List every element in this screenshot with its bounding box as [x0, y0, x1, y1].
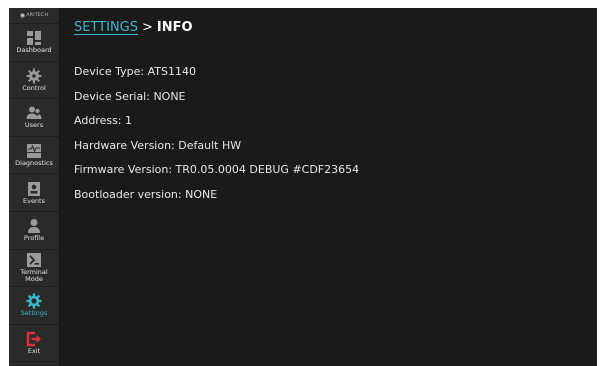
gear-icon [26, 68, 42, 84]
sidebar-item-exit[interactable]: Exit [9, 325, 59, 363]
sidebar-item-control[interactable]: Control [9, 62, 59, 100]
sidebar-item-profile[interactable]: Profile [9, 212, 59, 250]
sidebar-item-label: Diagnostics [15, 159, 53, 168]
sidebar-item-label: Exit [27, 347, 41, 356]
sidebar-item-users[interactable]: Users [9, 99, 59, 137]
device-serial-text: Device Serial: NONE [74, 89, 186, 103]
breadcrumb-current: INFO [156, 20, 193, 35]
logo-mark-icon: ◉ [19, 12, 26, 19]
sidebar-item-terminal-mode[interactable]: Terminal Mode [9, 250, 59, 288]
sidebar-item-label: Profile [23, 234, 45, 243]
sidebar-item-label: Events [22, 196, 45, 205]
terminal-icon [27, 253, 41, 268]
dashboard-icon [27, 31, 41, 46]
brand-logo: ◉ ARITECH [9, 8, 59, 24]
sidebar-item-label: Control [22, 83, 46, 92]
settings-gear-icon [26, 293, 42, 309]
sidebar-item-label: Users [24, 121, 44, 130]
profile-icon [28, 219, 40, 234]
users-icon [26, 106, 42, 120]
sidebar-item-label: Mode [25, 275, 43, 284]
events-icon [28, 181, 40, 196]
sidebar: ◉ ARITECH Dashboard Control Users Diagno… [9, 8, 59, 366]
firmware-version-text: Firmware Version: TR0.05.0004 DEBUG #CDF… [74, 163, 360, 176]
exit-icon [26, 331, 41, 347]
diagnostics-icon [27, 144, 41, 159]
logo-text: ARITECH [26, 13, 49, 18]
breadcrumb-settings-link[interactable]: SETTINGS [74, 20, 138, 35]
sidebar-item-label: Dashboard [16, 46, 52, 55]
bootloader-version-text: Bootloader version: NONE [74, 187, 218, 201]
breadcrumb-separator: > [142, 20, 153, 35]
address-text: Address: 1 [74, 114, 133, 127]
app-screen: ◉ ARITECH Dashboard Control Users Diagno… [9, 8, 597, 366]
main-content: SETTINGS > INFO Device Type: ATS1140 Devic… [59, 8, 597, 366]
hardware-version-text: Hardware Version: Default HW [74, 138, 242, 152]
sidebar-item-settings[interactable]: Settings [9, 287, 59, 325]
breadcrumb: SETTINGS > INFO [74, 20, 193, 35]
sidebar-item-label: Settings [20, 309, 48, 318]
sidebar-item-diagnostics[interactable]: Diagnostics [9, 137, 59, 175]
sidebar-item-dashboard[interactable]: Dashboard [9, 24, 59, 62]
device-info-list: Device Type: ATS1140 Device Serial: NONE… [74, 65, 359, 212]
sidebar-item-events[interactable]: Events [9, 174, 59, 212]
device-type-text: Device Type: ATS1140 [74, 65, 196, 78]
